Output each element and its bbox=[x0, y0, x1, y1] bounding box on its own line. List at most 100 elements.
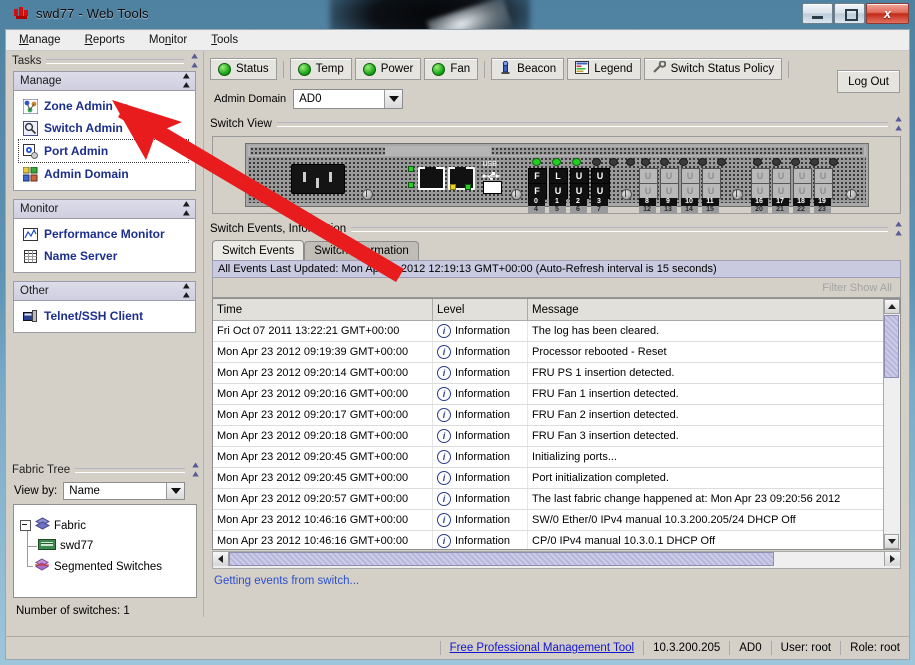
view-by-select[interactable]: Name bbox=[63, 482, 186, 500]
port-cell-8[interactable]: U bbox=[638, 168, 658, 184]
port-cell-2[interactable]: U bbox=[569, 168, 589, 184]
ether2-led-amber bbox=[449, 184, 456, 190]
filter-show-all-label[interactable]: Filter Show All bbox=[822, 282, 892, 294]
column-header-level[interactable]: Level bbox=[432, 299, 528, 321]
close-button[interactable]: x bbox=[866, 3, 909, 24]
table-row[interactable]: Mon Apr 23 2012 09:20:45 GMT+00:00 i Infor… bbox=[213, 467, 893, 489]
hscrollbar-thumb[interactable] bbox=[229, 552, 774, 566]
sidebar-item-port-admin[interactable]: Port Admin bbox=[18, 139, 189, 163]
port-cell-18[interactable]: U bbox=[792, 168, 812, 184]
free-professional-management-tool-link[interactable]: Free Professional Management Tool bbox=[439, 641, 644, 655]
port-cell-13[interactable]: U bbox=[659, 183, 679, 199]
temp-button[interactable]: Temp bbox=[289, 58, 352, 80]
group-header-monitor[interactable]: Monitor ▲ ▲ bbox=[14, 199, 195, 219]
events-vertical-scrollbar[interactable] bbox=[883, 299, 900, 549]
port-led-0 bbox=[531, 158, 541, 166]
port-cell-9[interactable]: U bbox=[659, 168, 679, 184]
table-row[interactable]: Mon Apr 23 2012 09:20:16 GMT+00:00 i Infor… bbox=[213, 383, 893, 405]
power-button[interactable]: Power bbox=[354, 58, 422, 80]
port-cell-10[interactable]: U bbox=[680, 168, 700, 184]
port-cell-22[interactable]: U bbox=[792, 183, 812, 199]
menu-reports[interactable]: Reports bbox=[82, 33, 128, 47]
port-cell-1[interactable]: L bbox=[548, 168, 568, 184]
title-bar[interactable]: swd77 - Web Tools x bbox=[0, 0, 915, 29]
legend-button[interactable]: Legend bbox=[567, 58, 641, 80]
port-cell-4[interactable]: F bbox=[527, 183, 547, 199]
tasks-collapse-icon[interactable]: ▲ ▲ bbox=[189, 52, 200, 70]
port-cell-6[interactable]: U bbox=[569, 183, 589, 199]
switch-view-collapse-icon[interactable]: ▲ ▲ bbox=[893, 115, 904, 133]
switch-view-panel[interactable]: USB F L U U F U U U 0 4 1 5 2 6 3 7 U U … bbox=[212, 136, 901, 214]
menu-tools[interactable]: Tools bbox=[208, 33, 241, 47]
tree-expander-icon[interactable] bbox=[20, 520, 31, 531]
tab-switch-information[interactable]: Switch Information bbox=[304, 241, 419, 260]
status-button[interactable]: Status bbox=[210, 58, 277, 80]
group-collapse-monitor-icon[interactable]: ▲ ▲ bbox=[181, 199, 192, 218]
sidebar-item-switch-admin[interactable]: Switch Admin bbox=[14, 117, 195, 139]
port-cell-16[interactable]: U bbox=[750, 168, 770, 184]
table-row[interactable]: Fri Oct 07 2011 13:22:21 GMT+00:00 i Infor… bbox=[213, 320, 893, 342]
tab-switch-events[interactable]: Switch Events bbox=[212, 240, 305, 260]
group-header-manage[interactable]: Manage ▲ ▲ bbox=[14, 72, 195, 91]
sidebar-item-admin-domain[interactable]: Admin Domain bbox=[14, 163, 195, 185]
scroll-left-icon[interactable] bbox=[213, 552, 229, 566]
tree-node-segmented-switches[interactable]: Segmented Switches bbox=[34, 558, 162, 575]
information-icon: i bbox=[437, 534, 451, 548]
tree-node-swd77[interactable]: swd77 bbox=[38, 538, 93, 554]
scroll-up-icon[interactable] bbox=[884, 299, 900, 314]
group-collapse-manage-icon[interactable]: ▲ ▲ bbox=[181, 72, 192, 90]
events-horizontal-scrollbar[interactable] bbox=[212, 551, 901, 569]
port-cell-11[interactable]: U bbox=[701, 168, 721, 184]
column-header-message[interactable]: Message bbox=[527, 299, 893, 321]
port-cell-20[interactable]: U bbox=[750, 183, 770, 199]
port-cell-3[interactable]: U bbox=[590, 168, 610, 184]
scroll-right-icon[interactable] bbox=[884, 552, 900, 566]
window-controls: x bbox=[802, 3, 909, 24]
switch-chassis-graphic[interactable]: USB F L U U F U U U 0 4 1 5 2 6 3 7 U U … bbox=[244, 143, 869, 214]
maximize-button[interactable] bbox=[834, 3, 865, 24]
port-cell-23[interactable]: U bbox=[813, 183, 833, 199]
port-cell-12[interactable]: U bbox=[638, 183, 658, 199]
group-collapse-other-icon[interactable]: ▲ ▲ bbox=[181, 281, 192, 300]
table-row[interactable]: Mon Apr 23 2012 09:20:14 GMT+00:00 i Infor… bbox=[213, 362, 893, 384]
table-row[interactable]: Mon Apr 23 2012 10:46:16 GMT+00:00 i Infor… bbox=[213, 509, 893, 531]
table-row[interactable]: Mon Apr 23 2012 10:46:16 GMT+00:00 i Infor… bbox=[213, 530, 893, 549]
table-row[interactable]: Mon Apr 23 2012 09:20:45 GMT+00:00 i Infor… bbox=[213, 446, 893, 468]
information-icon: i bbox=[437, 387, 451, 401]
menu-monitor[interactable]: Monitor bbox=[146, 33, 190, 47]
switch-status-policy-button[interactable]: Switch Status Policy bbox=[643, 58, 783, 80]
sidebar-item-telnet-ssh-client[interactable]: Telnet/SSH Client bbox=[14, 305, 195, 327]
fabric-tree-collapse-icon[interactable]: ▲ ▲ bbox=[190, 461, 201, 479]
fabric-tree-view[interactable]: Fabric swd77 Segmented Switches bbox=[13, 504, 197, 598]
scroll-down-icon[interactable] bbox=[884, 534, 899, 549]
sidebar-item-name-server[interactable]: Name Server bbox=[14, 245, 195, 267]
port-cell-7[interactable]: U bbox=[590, 183, 610, 199]
table-row[interactable]: Mon Apr 23 2012 09:20:18 GMT+00:00 i Infor… bbox=[213, 425, 893, 447]
task-group-manage: Manage ▲ ▲ Zone Admin Switch Admin Port … bbox=[13, 71, 196, 191]
table-row[interactable]: Mon Apr 23 2012 09:19:39 GMT+00:00 i Infor… bbox=[213, 341, 893, 363]
events-collapse-icon[interactable]: ▲ ▲ bbox=[893, 220, 904, 238]
fan-button[interactable]: Fan bbox=[424, 58, 479, 80]
port-cell-19[interactable]: U bbox=[813, 168, 833, 184]
admin-domain-select[interactable]: AD0 bbox=[293, 89, 404, 109]
sidebar-item-zone-admin[interactable]: Zone Admin bbox=[14, 95, 195, 117]
port-cell-0[interactable]: F bbox=[527, 168, 547, 184]
port-cell-21[interactable]: U bbox=[771, 183, 791, 199]
port-cell-5[interactable]: U bbox=[548, 183, 568, 199]
port-cell-15[interactable]: U bbox=[701, 183, 721, 199]
beacon-button[interactable]: Beacon bbox=[491, 58, 565, 80]
usb-port[interactable] bbox=[482, 181, 502, 194]
sidebar-item-performance-monitor[interactable]: Performance Monitor bbox=[14, 223, 195, 245]
menu-manage[interactable]: Manage bbox=[16, 33, 64, 47]
column-header-time[interactable]: Time bbox=[213, 299, 433, 321]
tree-node-fabric[interactable]: Fabric bbox=[20, 517, 86, 534]
scrollbar-thumb[interactable] bbox=[884, 315, 899, 378]
table-row[interactable]: Mon Apr 23 2012 09:20:57 GMT+00:00 i Infor… bbox=[213, 488, 893, 510]
port-cell-17[interactable]: U bbox=[771, 168, 791, 184]
port-cell-14[interactable]: U bbox=[680, 183, 700, 199]
ethernet-port-1[interactable] bbox=[417, 167, 445, 190]
minimize-button[interactable] bbox=[802, 3, 833, 24]
group-header-other[interactable]: Other ▲ ▲ bbox=[14, 281, 195, 301]
logout-button[interactable]: Log Out bbox=[837, 70, 900, 93]
table-row[interactable]: Mon Apr 23 2012 09:20:17 GMT+00:00 i Infor… bbox=[213, 404, 893, 426]
